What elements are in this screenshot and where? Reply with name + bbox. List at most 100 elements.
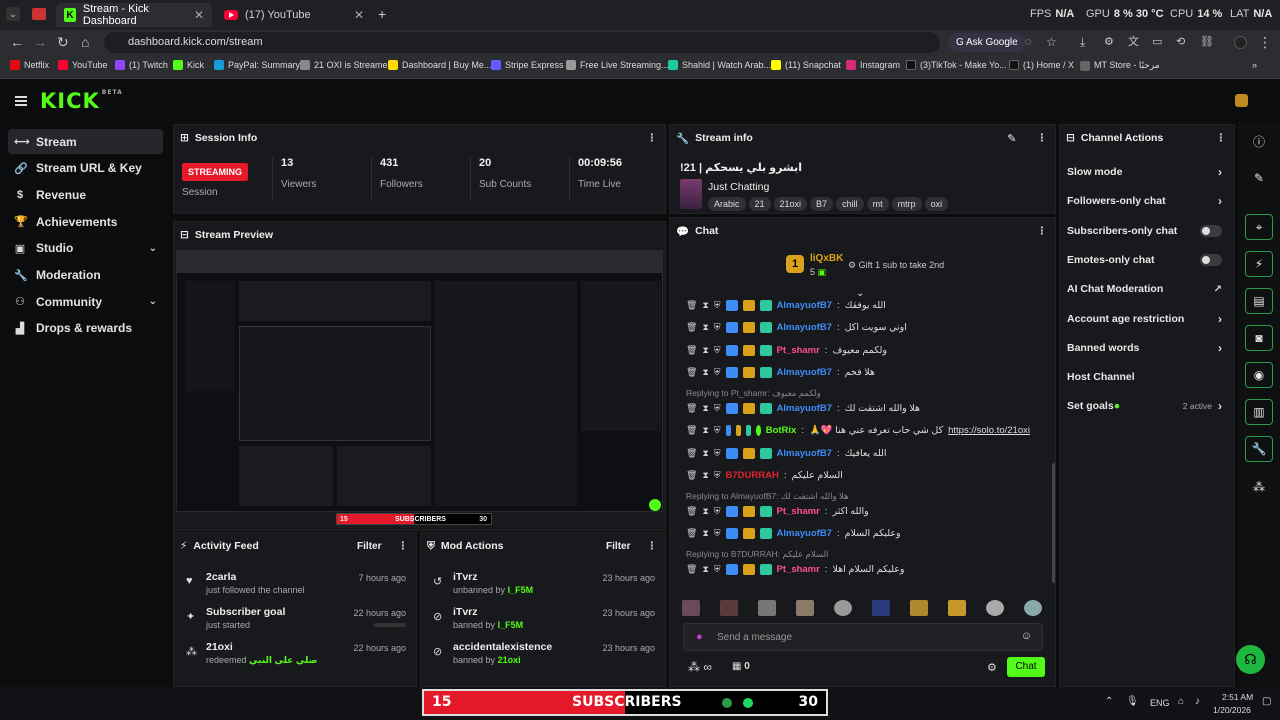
bookmark-twitch[interactable]: (1) Twitch <box>115 60 168 70</box>
wallet-icon[interactable]: ▭ <box>1152 35 1162 49</box>
emote-icon[interactable] <box>872 600 890 616</box>
bookmark-kick[interactable]: Kick <box>173 60 204 70</box>
tool-icon[interactable]: 🔧 <box>1245 436 1273 462</box>
chat-username[interactable]: AlmayuofB7 <box>777 403 832 414</box>
kebab-icon[interactable]: ⋮ <box>1216 132 1227 144</box>
channel-action-followers-only-chat[interactable]: Followers-only chat › <box>1067 189 1222 213</box>
category-name[interactable]: Just Chatting <box>708 181 769 193</box>
menu-icon[interactable]: ⋮ <box>1258 35 1272 49</box>
ban-icon[interactable]: ⛨ <box>714 322 721 333</box>
filter-button[interactable]: Filter <box>606 541 630 552</box>
chevron-down-icon[interactable]: ⌄ <box>149 296 157 307</box>
bookmark-mt-store[interactable]: MT Store - مرحبًا <box>1080 60 1160 71</box>
timeout-icon[interactable]: ⧗ <box>702 425 708 436</box>
edit-icon[interactable]: ✎ <box>1007 132 1016 145</box>
sidebar-item-community[interactable]: ⚇ Community ⌄ <box>8 289 163 314</box>
toggle-switch[interactable] <box>1200 224 1222 237</box>
chat-settings-icon[interactable]: ⚙ <box>987 661 997 674</box>
language-indicator[interactable]: ENG <box>1150 698 1170 708</box>
emote-icon[interactable] <box>834 600 852 616</box>
chat-icon[interactable]: ◙ <box>1245 325 1273 351</box>
emote-icon[interactable] <box>758 600 776 616</box>
kick-logo[interactable]: KICK BETA <box>40 89 123 113</box>
chat-username[interactable]: AlmayuofB7 <box>777 367 832 378</box>
points-icon[interactable]: ⁂ <box>1245 474 1273 500</box>
star-icon[interactable]: ☆ <box>1046 35 1057 49</box>
delete-icon[interactable]: 🗑 <box>686 564 697 575</box>
ban-icon[interactable]: ⛨ <box>714 300 721 311</box>
ban-icon[interactable]: ⛨ <box>714 506 721 517</box>
tag[interactable]: oxi <box>924 197 949 211</box>
timeout-icon[interactable]: ⧗ <box>702 322 708 333</box>
chat-username[interactable]: Pt_shamr <box>777 345 820 356</box>
emote-icon[interactable] <box>720 600 738 616</box>
ban-icon[interactable]: ⛨ <box>714 345 721 356</box>
timeout-icon[interactable]: ⧗ <box>702 403 708 414</box>
timeout-icon[interactable]: ⧗ <box>702 470 708 481</box>
emote-icon[interactable] <box>910 600 928 616</box>
user-avatar[interactable] <box>1235 94 1248 107</box>
history-icon[interactable]: ⟲ <box>1176 35 1185 49</box>
ban-icon[interactable]: ⛨ <box>714 367 721 378</box>
spotify-icon[interactable] <box>743 698 753 708</box>
channel-action-set-goals[interactable]: Set goals ● 2 active › <box>1067 394 1222 418</box>
kebab-icon[interactable]: ⋮ <box>647 540 658 552</box>
tab-list-button[interactable]: ⌄ <box>6 7 20 21</box>
info-icon[interactable]: ⓘ <box>1245 128 1273 154</box>
chat-username[interactable]: AlmayuofB7 <box>777 528 832 539</box>
layout-icon[interactable]: ▥ <box>1245 399 1273 425</box>
channel-action-slow-mode[interactable]: Slow mode › <box>1067 160 1222 184</box>
clock-date[interactable]: 1/20/2026 <box>1213 705 1251 715</box>
sidebar-item-stream-url-key[interactable]: 🔗 Stream URL & Key <box>8 156 163 181</box>
mic-tray-icon[interactable]: 🎙 <box>1126 696 1139 707</box>
pinned-tab[interactable] <box>32 8 46 20</box>
profile-avatar[interactable] <box>1234 36 1247 49</box>
delete-icon[interactable]: 🗑 <box>686 322 697 333</box>
channel-action-emotes-only-chat[interactable]: Emotes-only chat <box>1067 248 1222 272</box>
emote-icon[interactable] <box>682 600 700 616</box>
toggle-switch[interactable] <box>1200 253 1222 266</box>
ban-icon[interactable]: ⛨ <box>714 425 721 436</box>
chat-username[interactable]: AlmayuofB7 <box>777 300 832 311</box>
new-tab-button[interactable]: + <box>378 6 386 22</box>
network-icon[interactable]: ⌂ <box>1178 696 1184 707</box>
delete-icon[interactable]: 🗑 <box>686 425 697 436</box>
delete-icon[interactable]: 🗑 <box>686 367 697 378</box>
tag[interactable]: Arabic <box>708 197 746 211</box>
emote-icon[interactable] <box>1024 600 1042 616</box>
bookmark-buymeacoffee[interactable]: Dashboard | Buy Me... <box>388 60 491 70</box>
delete-icon[interactable]: 🗑 <box>686 300 697 311</box>
kebab-icon[interactable]: ⋮ <box>1037 132 1048 144</box>
share-icon[interactable]: ⛓ <box>1200 35 1214 49</box>
kebab-icon[interactable]: ⋮ <box>1037 225 1048 237</box>
delete-icon[interactable]: 🗑 <box>686 403 697 414</box>
delete-icon[interactable]: 🗑 <box>686 528 697 539</box>
bookmark-youtube[interactable]: YouTube <box>58 60 107 70</box>
bookmark-paypal[interactable]: PayPal: Summary <box>214 60 300 70</box>
bookmark-x[interactable]: (1) Home / X <box>1009 60 1074 70</box>
chat-username[interactable]: BotRix <box>766 425 797 436</box>
ban-icon[interactable]: ⛨ <box>714 564 721 575</box>
delete-icon[interactable]: 🗑 <box>686 506 697 517</box>
chat-username[interactable]: Pt_shamr <box>777 564 820 575</box>
forward-icon[interactable]: → <box>33 35 47 49</box>
chat-link[interactable]: https://solo.to/21oxi <box>948 425 1030 436</box>
translate-icon[interactable]: 文 <box>1128 35 1139 49</box>
lightning-icon[interactable]: ⚡ <box>1245 251 1273 277</box>
bookmark-netflix[interactable]: Netflix <box>10 60 49 70</box>
sidebar-item-achievements[interactable]: 🏆 Achievements <box>8 209 163 234</box>
target-icon[interactable]: ⌖ <box>1245 214 1273 240</box>
chat-username[interactable]: Pt_shamr <box>777 506 820 517</box>
volume-icon[interactable]: ♪ <box>1195 696 1200 707</box>
kebab-icon[interactable]: ⋮ <box>398 540 409 552</box>
delete-icon[interactable]: 🗑 <box>686 345 697 356</box>
timeout-icon[interactable]: ⧗ <box>702 564 708 575</box>
bookmark-shahid[interactable]: Shahid | Watch Arab... <box>668 60 771 70</box>
sidebar-item-stream[interactable]: ⟷ Stream <box>8 129 163 154</box>
bookmark-stripe[interactable]: Stripe Express <box>491 60 564 70</box>
channel-action-banned-words[interactable]: Banned words › <box>1067 336 1222 360</box>
emote-icon[interactable] <box>986 600 1004 616</box>
channel-points[interactable]: ⁂ ∞ <box>688 660 712 674</box>
channel-action-ai-chat-moderation[interactable]: AI Chat Moderation ↗ <box>1067 277 1222 301</box>
sidebar-item-studio[interactable]: ▣ Studio ⌄ <box>8 236 163 261</box>
